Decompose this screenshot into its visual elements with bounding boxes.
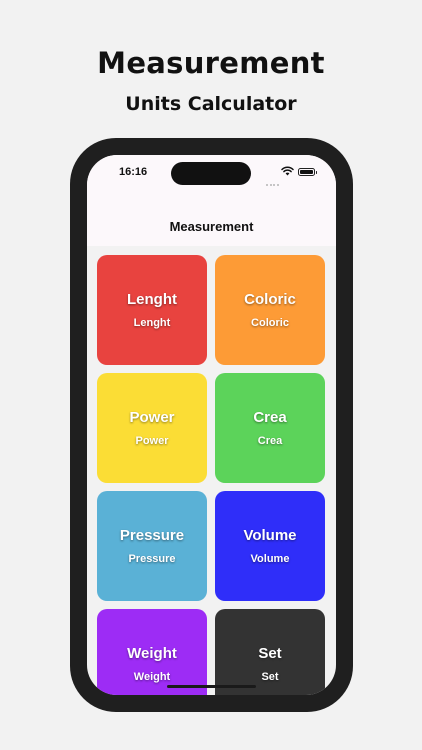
nav-title: Measurement — [169, 219, 254, 234]
tile-title: Coloric — [244, 291, 296, 308]
tile-subtitle: Coloric — [251, 317, 289, 329]
promo-subtitle: Units Calculator — [125, 93, 297, 115]
navigation-bar: Measurement — [87, 195, 336, 246]
tile-volume[interactable]: Volume Volume — [215, 491, 325, 601]
phone-frame: 16:16 Measurement Lenght Lenght Coloric … — [70, 138, 353, 712]
tile-subtitle: Weight — [133, 671, 171, 683]
tile-set[interactable]: Set Set — [215, 609, 325, 695]
tile-subtitle: Crea — [257, 435, 283, 447]
tile-subtitle: Pressure — [128, 553, 176, 565]
tile-pressure[interactable]: Pressure Pressure — [97, 491, 207, 601]
tile-title: Weight — [127, 645, 177, 662]
status-bar: 16:16 — [87, 155, 336, 195]
promo-title: Measurement — [97, 46, 325, 80]
tile-subtitle: Lenght — [133, 317, 171, 329]
tile-title: Set — [258, 645, 282, 662]
phone-screen: 16:16 Measurement Lenght Lenght Coloric … — [87, 155, 336, 695]
battery-icon — [298, 168, 317, 176]
tile-coloric[interactable]: Coloric Coloric — [215, 255, 325, 365]
tile-title: Volume — [243, 527, 297, 544]
tile-title: Pressure — [119, 527, 185, 544]
tile-crea[interactable]: Crea Crea — [215, 373, 325, 483]
tile-title: Power — [129, 409, 175, 426]
tile-weight[interactable]: Weight Weight — [97, 609, 207, 695]
dynamic-island — [171, 162, 251, 185]
tile-lenght[interactable]: Lenght Lenght — [97, 255, 207, 365]
signal-icon — [266, 171, 280, 190]
status-time: 16:16 — [119, 166, 148, 178]
tile-title: Lenght — [127, 291, 177, 308]
tile-title: Crea — [253, 409, 287, 426]
tile-subtitle: Set — [261, 671, 279, 683]
tile-power[interactable]: Power Power — [97, 373, 207, 483]
wifi-icon — [281, 166, 294, 176]
tile-subtitle: Volume — [250, 553, 290, 565]
tile-subtitle: Power — [135, 435, 169, 447]
home-indicator[interactable] — [167, 685, 256, 688]
